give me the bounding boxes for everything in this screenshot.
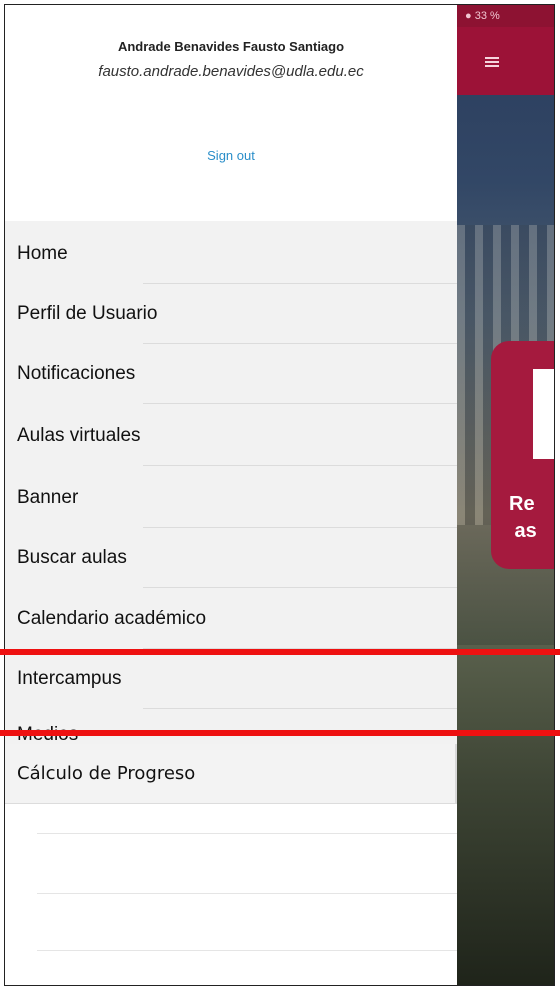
sign-out-link[interactable]: Sign out bbox=[5, 148, 457, 163]
campus-plaza-photo bbox=[457, 645, 554, 985]
empty-row-divider bbox=[37, 950, 457, 951]
screenshot-frame: ● 33 % Re as Andrade Benavides Fausto Sa… bbox=[4, 4, 555, 986]
menu-item-label: Home bbox=[17, 243, 68, 264]
promo-card[interactable]: Re as bbox=[491, 341, 554, 569]
empty-row-divider bbox=[37, 893, 457, 894]
user-name: Andrade Benavides Fausto Santiago bbox=[117, 39, 345, 54]
app-top-bar bbox=[457, 27, 554, 95]
navigation-drawer: Andrade Benavides Fausto Santiago fausto… bbox=[5, 5, 457, 985]
home-screen-background: ● 33 % Re as bbox=[457, 5, 554, 985]
menu-item-label: Perfil de Usuario bbox=[17, 303, 158, 324]
status-bar: ● 33 % bbox=[457, 5, 554, 27]
empty-row-divider bbox=[37, 833, 457, 834]
hamburger-menu-icon[interactable] bbox=[485, 57, 499, 67]
highlight-line-bottom bbox=[0, 730, 560, 736]
menu-item-label: Cálculo de Progreso bbox=[17, 763, 196, 784]
promo-card-text: Re as bbox=[509, 493, 537, 542]
menu-item-label: Banner bbox=[17, 487, 79, 508]
menu-item-perfil-de-usuario[interactable]: Perfil de Usuario bbox=[5, 284, 457, 344]
promo-logo bbox=[533, 369, 554, 459]
menu-item-banner[interactable]: Banner bbox=[5, 468, 457, 528]
battery-status: ● 33 % bbox=[465, 10, 500, 22]
menu-item-label: Notificaciones bbox=[17, 363, 136, 384]
menu-item-notificaciones[interactable]: Notificaciones bbox=[5, 344, 457, 404]
drawer-menu: Home Perfil de Usuario Notificaciones Au… bbox=[5, 221, 457, 804]
highlight-line-top bbox=[0, 649, 560, 655]
menu-item-intercampus[interactable]: Intercampus bbox=[5, 649, 457, 709]
menu-item-buscar-aulas[interactable]: Buscar aulas bbox=[5, 528, 457, 588]
menu-item-home[interactable]: Home bbox=[5, 224, 457, 284]
menu-item-calculo-de-progreso[interactable]: Cálculo de Progreso bbox=[5, 744, 457, 804]
menu-item-label: Aulas virtuales bbox=[17, 425, 141, 446]
user-email: fausto.andrade.benavides@udla.edu.ec bbox=[98, 63, 364, 80]
menu-item-label: Calendario académico bbox=[17, 608, 207, 629]
menu-item-label: Buscar aulas bbox=[17, 547, 127, 568]
menu-item-label: Intercampus bbox=[17, 668, 122, 689]
menu-item-calendario-academico[interactable]: Calendario académico bbox=[5, 589, 457, 649]
menu-item-aulas-virtuales[interactable]: Aulas virtuales bbox=[5, 406, 457, 466]
